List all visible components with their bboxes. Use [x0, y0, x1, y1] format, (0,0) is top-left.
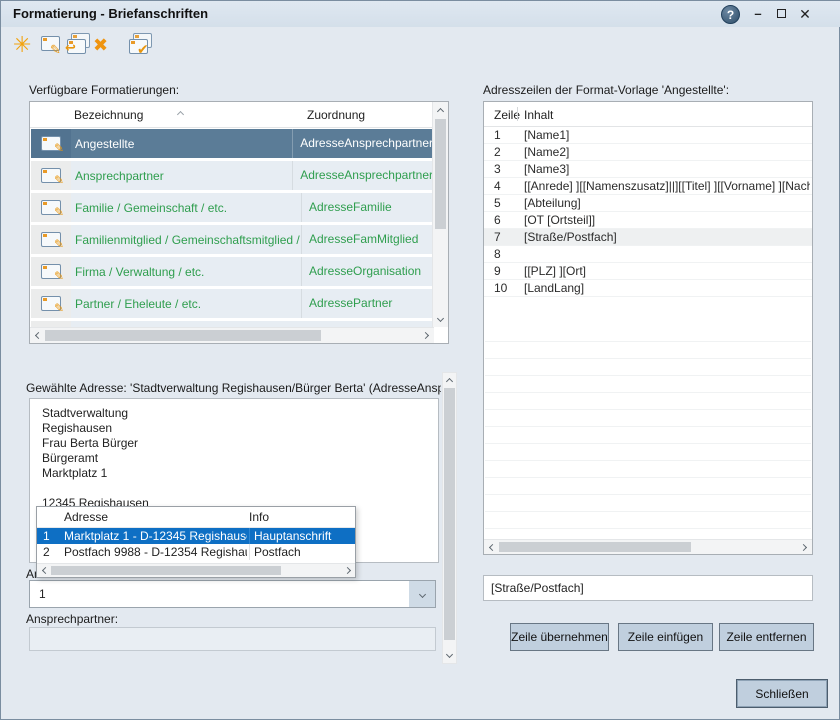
zeile-entfernen-button[interactable]: Zeile entfernen — [719, 623, 814, 651]
format-table-vscrollbar[interactable] — [432, 102, 448, 327]
format-table-header[interactable]: Bezeichnung Zuordnung — [30, 102, 448, 128]
table-row[interactable]: Angestellte AdresseAnsprechpartner — [31, 129, 433, 158]
delete-format-icon: ✖ — [93, 35, 108, 55]
scroll-down-icon[interactable] — [433, 312, 448, 327]
popup-header: Adresse Info — [37, 507, 355, 528]
address-line-row[interactable]: 3[Name3] — [484, 161, 812, 178]
address-line-row[interactable]: 9[[PLZ] ][Ort] — [484, 263, 812, 280]
column-header-bezeichnung[interactable]: Bezeichnung — [74, 108, 143, 122]
scroll-up-icon[interactable] — [443, 373, 456, 387]
address-line-row-selected[interactable]: 7[Straße/Postfach] — [484, 229, 812, 246]
scroll-thumb[interactable] — [499, 542, 691, 552]
right-panel-label: Adresszeilen der Format-Vorlage 'Angeste… — [483, 83, 729, 97]
anschrift-combobox[interactable]: 1 — [29, 580, 436, 608]
scroll-thumb[interactable] — [444, 388, 455, 640]
toolbar: ✳ ✎ ↩ ✖ ✔ — [1, 27, 840, 63]
line-content-input[interactable]: [Straße/Postfach] — [483, 575, 813, 601]
left-panel-label: Verfügbare Formatierungen: — [29, 83, 179, 97]
scroll-left-icon[interactable] — [30, 328, 44, 343]
schliessen-button[interactable]: Schließen — [736, 679, 828, 708]
scroll-up-icon[interactable] — [433, 102, 448, 117]
scroll-left-icon[interactable] — [37, 564, 50, 577]
scroll-left-icon[interactable] — [484, 540, 498, 554]
format-icon — [41, 200, 61, 215]
scroll-right-icon[interactable] — [342, 564, 355, 577]
address-line-row[interactable]: 6[OT [Ortsteil]] — [484, 212, 812, 229]
ansprechpartner-label: Ansprechpartner: — [26, 612, 118, 626]
format-icon — [41, 264, 61, 279]
address-lines-header[interactable]: Zeile Inhalt — [484, 102, 812, 127]
maximize-glyph — [777, 9, 786, 18]
ansprechpartner-input[interactable] — [29, 627, 436, 651]
window-title: Formatierung - Briefanschriften — [13, 1, 208, 27]
table-row[interactable]: Partner / Eheleute / etc. AdressePartner — [31, 289, 433, 318]
address-section-vscrollbar[interactable] — [442, 372, 457, 664]
scroll-thumb[interactable] — [45, 330, 321, 341]
maximize-icon[interactable] — [771, 4, 791, 24]
edit-format-button[interactable]: ✎ — [41, 33, 65, 57]
column-header-zeile[interactable]: Zeile — [494, 108, 520, 122]
sort-asc-icon — [178, 106, 183, 120]
scroll-thumb[interactable] — [435, 119, 446, 229]
scroll-right-icon[interactable] — [798, 540, 812, 554]
popup-hscrollbar[interactable] — [37, 563, 355, 577]
scroll-thumb[interactable] — [51, 566, 281, 575]
address-line-row[interactable]: 4[[Anrede] ][[Namenszusatz]||][[Titel] ]… — [484, 178, 812, 195]
format-table-rows: Angestellte AdresseAnsprechpartner Anspr… — [31, 129, 433, 327]
scroll-down-icon[interactable] — [443, 649, 456, 663]
address-line-row[interactable]: 8 — [484, 246, 812, 263]
format-icon — [41, 168, 61, 183]
title-bar: Formatierung - Briefanschriften ? – ✕ — [1, 1, 840, 27]
empty-rows-area — [485, 325, 811, 538]
delete-format-button[interactable]: ✖ — [93, 33, 117, 57]
scroll-right-icon[interactable] — [420, 328, 434, 343]
address-line-row[interactable]: 10[LandLang] — [484, 280, 812, 297]
zeile-einfuegen-button[interactable]: Zeile einfügen — [618, 623, 713, 651]
table-row[interactable]: Firma / Verwaltung / etc. AdresseOrganis… — [31, 257, 433, 286]
address-line-row[interactable]: 1[Name1] — [484, 127, 812, 144]
address-line-row[interactable]: 2[Name2] — [484, 144, 812, 161]
table-row[interactable]: Familie / Gemeinschaft / etc. AdresseFam… — [31, 193, 433, 222]
formatierung-dialog: { "window": { "title": "Formatierung - B… — [0, 0, 840, 720]
address-lines-table: Zeile Inhalt 1[Name1] 2[Name2] 3[Name3] … — [483, 101, 813, 555]
column-header-inhalt[interactable]: Inhalt — [524, 108, 553, 122]
new-format-button[interactable]: ✳ — [13, 33, 37, 57]
format-icon — [41, 232, 61, 247]
table-row[interactable]: Familienmitglied / Gemeinschaftsmitglied… — [31, 225, 433, 254]
popup-column-info[interactable]: Info — [249, 510, 269, 524]
address-dropdown-popup: Adresse Info 1 Marktplatz 1 - D-12345 Re… — [36, 506, 356, 578]
format-table: Bezeichnung Zuordnung Angestellte Adress… — [29, 101, 449, 344]
address-line-row[interactable]: 5[Abteilung] — [484, 195, 812, 212]
table-row[interactable]: Ansprechpartner AdresseAnsprechpartner — [31, 161, 433, 190]
anschrift-value: 1 — [39, 581, 46, 607]
popup-row[interactable]: 2 Postfach 9988 - D-12354 Regishausen Po… — [37, 544, 355, 560]
help-icon[interactable]: ? — [721, 5, 740, 24]
copy-format-button[interactable]: ↩ — [67, 33, 91, 57]
minimize-icon[interactable]: – — [748, 4, 768, 24]
zeile-uebernehmen-button[interactable]: Zeile übernehmen — [510, 623, 609, 651]
close-icon[interactable]: ✕ — [795, 4, 815, 24]
apply-format-button[interactable]: ✔ — [129, 33, 153, 57]
column-header-zuordnung[interactable]: Zuordnung — [307, 108, 365, 122]
address-lines-hscrollbar[interactable] — [484, 539, 812, 554]
popup-row-selected[interactable]: 1 Marktplatz 1 - D-12345 Regishausen Hau… — [37, 528, 355, 544]
format-icon — [41, 136, 61, 151]
popup-column-adresse[interactable]: Adresse — [64, 510, 108, 524]
format-table-hscrollbar[interactable] — [30, 327, 434, 343]
chosen-address-label: Gewählte Adresse: 'Stadtverwaltung Regis… — [26, 381, 441, 395]
chevron-down-icon[interactable] — [409, 581, 435, 607]
new-format-icon: ✳ — [13, 32, 31, 57]
format-icon — [41, 296, 61, 311]
